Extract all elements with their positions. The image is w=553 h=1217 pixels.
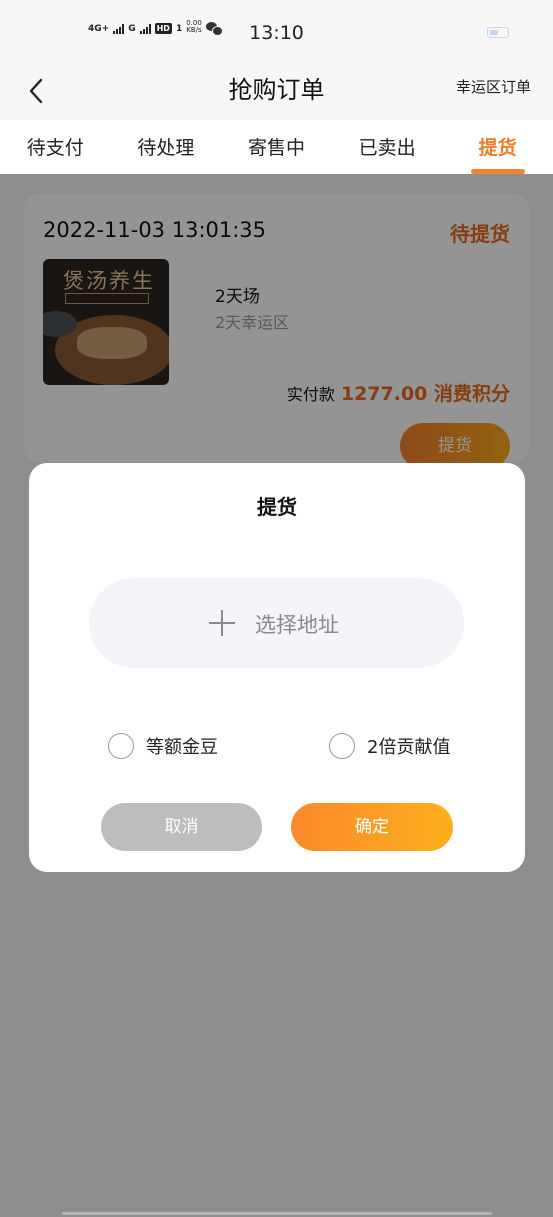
tab-pickup[interactable]: 提货 xyxy=(442,120,553,174)
tab-label: 提货 xyxy=(478,137,517,159)
cancel-button[interactable]: 取消 xyxy=(101,803,262,851)
option-label: 2倍贡献值 xyxy=(367,737,451,758)
home-indicator xyxy=(62,1212,492,1215)
battery-icon xyxy=(487,27,509,38)
tab-label: 待处理 xyxy=(137,137,195,159)
status-bar: 4G+ G HD 1 0.00 KB/s 13:10 xyxy=(0,0,553,62)
confirm-button[interactable]: 确定 xyxy=(291,803,453,851)
option-double-contribution[interactable]: 2倍贡献值 xyxy=(329,733,450,759)
order-tabs: 待支付 待处理 寄售中 已卖出 提货 xyxy=(0,120,553,174)
option-label: 等额金豆 xyxy=(146,737,218,758)
tab-label: 寄售中 xyxy=(247,137,305,159)
nav-header: 抢购订单 幸运区订单 xyxy=(0,62,553,120)
plus-icon xyxy=(209,610,235,636)
dialog-title: 提货 xyxy=(257,495,297,519)
select-address-label: 选择地址 xyxy=(255,613,339,637)
option-equal-gold-beans[interactable]: 等额金豆 xyxy=(108,733,218,759)
select-address-button[interactable]: 选择地址 xyxy=(89,578,464,668)
radio-button[interactable] xyxy=(329,733,355,759)
tab-consignment[interactable]: 寄售中 xyxy=(221,120,332,174)
lucky-zone-orders-link[interactable]: 幸运区订单 xyxy=(456,76,531,97)
tab-label: 待支付 xyxy=(26,137,84,159)
pickup-dialog: 提货 选择地址 等额金豆 2倍贡献值 取消 确定 xyxy=(29,463,525,872)
status-time: 13:10 xyxy=(249,22,304,44)
tab-processing[interactable]: 待处理 xyxy=(111,120,222,174)
tab-pending-payment[interactable]: 待支付 xyxy=(0,120,111,174)
tab-sold[interactable]: 已卖出 xyxy=(332,120,443,174)
tab-label: 已卖出 xyxy=(358,137,416,159)
radio-button[interactable] xyxy=(108,733,134,759)
